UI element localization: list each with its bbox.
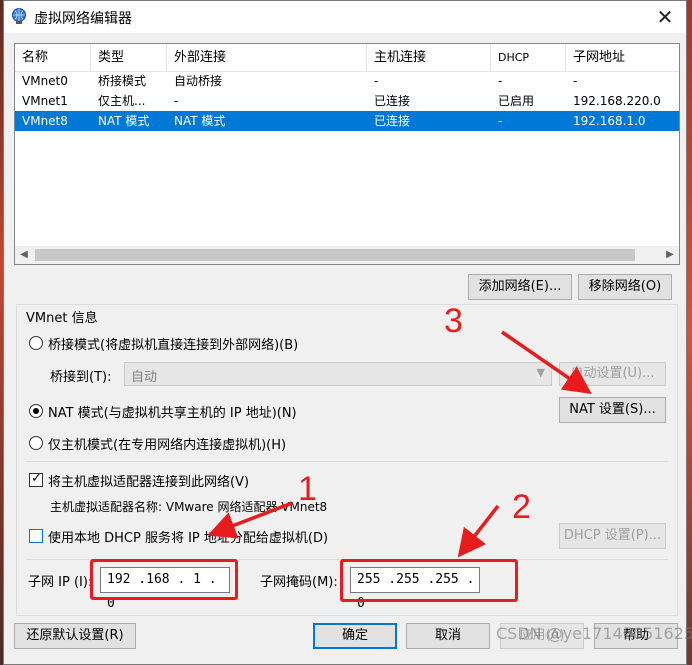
arrow-2 (457, 504, 500, 558)
annotation-arrows (207, 330, 592, 558)
csdn-watermark: CSDN @ye17145051625 (496, 624, 692, 643)
arrow-1 (207, 501, 293, 539)
arrow-3 (501, 330, 592, 394)
